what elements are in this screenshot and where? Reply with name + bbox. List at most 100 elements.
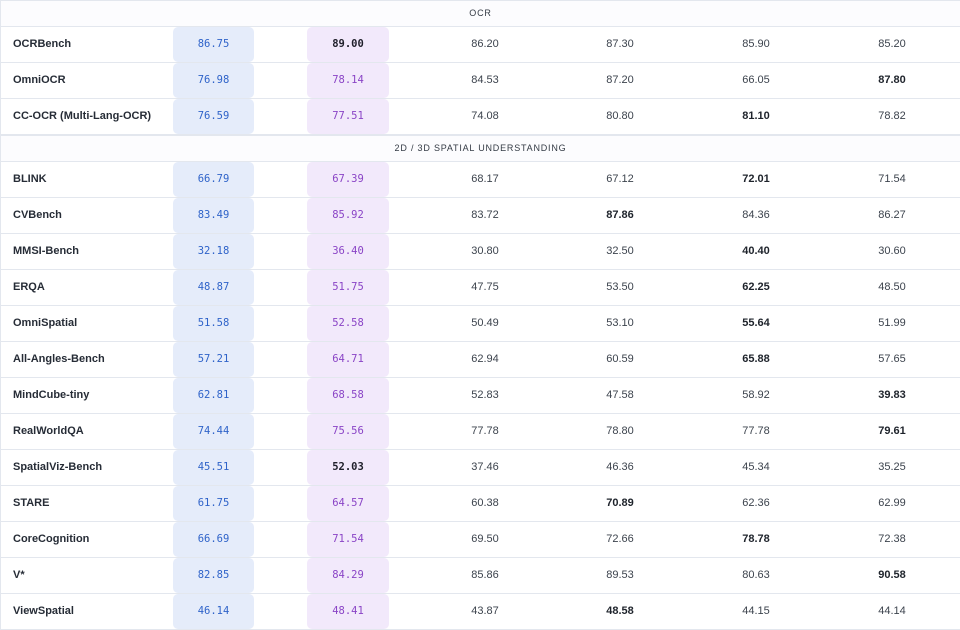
score-baseline-2: 67.12 — [606, 173, 634, 185]
score-model-a: 51.58 — [173, 306, 254, 341]
score-baseline-2: 87.30 — [606, 38, 634, 50]
score-baseline-4: 72.38 — [878, 533, 906, 545]
benchmark-name: V* — [13, 569, 25, 581]
score-baseline-2: 46.36 — [606, 461, 634, 473]
score-baseline-3: 58.92 — [742, 389, 770, 401]
table-row: V* 82.85 84.29 85.86 89.53 80.63 90.58 — [1, 558, 960, 594]
score-baseline-3: 72.01 — [742, 173, 770, 185]
score-baseline-2: 89.53 — [606, 569, 634, 581]
score-baseline-4: 30.60 — [878, 245, 906, 257]
benchmark-name: OCRBench — [13, 38, 72, 50]
score-baseline-4: 44.14 — [878, 605, 906, 617]
score-model-a: 32.18 — [173, 234, 254, 269]
benchmark-name: OmniOCR — [13, 74, 66, 86]
score-baseline-1: 37.46 — [471, 461, 499, 473]
score-model-a: 83.49 — [173, 198, 254, 233]
score-model-a: 86.75 — [173, 27, 254, 62]
score-model-b: 84.29 — [307, 558, 389, 593]
score-baseline-4: 87.80 — [878, 74, 906, 86]
table-row: RealWorldQA 74.44 75.56 77.78 78.80 77.78 79.6… — [1, 414, 960, 450]
score-model-b: 52.03 — [307, 450, 389, 485]
score-baseline-3: 80.63 — [742, 569, 770, 581]
score-baseline-4: 57.65 — [878, 353, 906, 365]
score-model-b: 36.40 — [307, 234, 389, 269]
score-model-a: 46.14 — [173, 594, 254, 629]
score-baseline-3: 44.15 — [742, 605, 770, 617]
score-baseline-1: 43.87 — [471, 605, 499, 617]
benchmark-table: OCR OCRBench 86.75 89.00 86.20 87.30 85.90 85.2… — [0, 0, 960, 630]
table-row: CoreCognition 66.69 71.54 69.50 72.66 78.78 72… — [1, 522, 960, 558]
score-baseline-1: 77.78 — [471, 425, 499, 437]
table-row: OmniOCR 76.98 78.14 84.53 87.20 66.05 87.80 — [1, 63, 960, 99]
table-row: SpatialViz-Bench 45.51 52.03 37.46 46.36 45.3… — [1, 450, 960, 486]
score-baseline-2: 32.50 — [606, 245, 634, 257]
score-baseline-1: 84.53 — [471, 74, 499, 86]
score-baseline-4: 85.20 — [878, 38, 906, 50]
score-model-a: 66.79 — [173, 162, 254, 197]
table-row: MMSI-Bench 32.18 36.40 30.80 32.50 40.40 30.60 — [1, 234, 960, 270]
score-baseline-4: 86.27 — [878, 209, 906, 221]
score-model-a: 62.81 — [173, 378, 254, 413]
table-row: OCRBench 86.75 89.00 86.20 87.30 85.90 85.20 — [1, 27, 960, 63]
score-baseline-1: 52.83 — [471, 389, 499, 401]
score-model-b: 77.51 — [307, 99, 389, 134]
score-baseline-4: 71.54 — [878, 173, 906, 185]
score-baseline-3: 62.25 — [742, 281, 770, 293]
score-model-a: 61.75 — [173, 486, 254, 521]
table-row: ViewSpatial 46.14 48.41 43.87 48.58 44.15 44.1… — [1, 594, 960, 630]
score-baseline-3: 40.40 — [742, 245, 770, 257]
score-baseline-2: 53.10 — [606, 317, 634, 329]
score-baseline-3: 62.36 — [742, 497, 770, 509]
score-baseline-2: 80.80 — [606, 110, 634, 122]
score-baseline-4: 35.25 — [878, 461, 906, 473]
score-model-b: 89.00 — [307, 27, 389, 62]
score-baseline-4: 48.50 — [878, 281, 906, 293]
table-row: BLINK 66.79 67.39 68.17 67.12 72.01 71.54 — [1, 162, 960, 198]
score-model-b: 64.71 — [307, 342, 389, 377]
table-row: ERQA 48.87 51.75 47.75 53.50 62.25 48.50 — [1, 270, 960, 306]
benchmark-name: SpatialViz-Bench — [13, 461, 103, 473]
score-model-a: 48.87 — [173, 270, 254, 305]
benchmark-name: MindCube-tiny — [13, 389, 90, 401]
table-row: CVBench 83.49 85.92 83.72 87.86 84.36 86.27 — [1, 198, 960, 234]
score-model-a: 74.44 — [173, 414, 254, 449]
score-baseline-1: 69.50 — [471, 533, 499, 545]
benchmark-name: OmniSpatial — [13, 317, 78, 329]
score-baseline-2: 60.59 — [606, 353, 634, 365]
table-row: MindCube-tiny 62.81 68.58 52.83 47.58 58.92 39… — [1, 378, 960, 414]
score-baseline-1: 50.49 — [471, 317, 499, 329]
score-baseline-2: 87.86 — [606, 209, 634, 221]
score-model-b: 52.58 — [307, 306, 389, 341]
score-model-b: 51.75 — [307, 270, 389, 305]
score-model-b: 68.58 — [307, 378, 389, 413]
score-baseline-2: 70.89 — [606, 497, 634, 509]
benchmark-name: MMSI-Bench — [13, 245, 79, 257]
score-baseline-3: 65.88 — [742, 353, 770, 365]
score-baseline-1: 74.08 — [471, 110, 499, 122]
score-baseline-3: 84.36 — [742, 209, 770, 221]
table-row: STARE 61.75 64.57 60.38 70.89 62.36 62.99 — [1, 486, 960, 522]
score-model-a: 45.51 — [173, 450, 254, 485]
score-baseline-4: 90.58 — [878, 569, 906, 581]
score-baseline-4: 62.99 — [878, 497, 906, 509]
score-model-a: 66.69 — [173, 522, 254, 557]
score-baseline-1: 62.94 — [471, 353, 499, 365]
score-baseline-2: 47.58 — [606, 389, 634, 401]
score-baseline-4: 51.99 — [878, 317, 906, 329]
score-baseline-4: 78.82 — [878, 110, 906, 122]
section-header: 2D / 3D SPATIAL UNDERSTANDING — [1, 135, 960, 162]
benchmark-name: RealWorldQA — [13, 425, 84, 437]
score-model-b: 64.57 — [307, 486, 389, 521]
score-baseline-3: 55.64 — [742, 317, 770, 329]
score-baseline-3: 85.90 — [742, 38, 770, 50]
score-model-b: 48.41 — [307, 594, 389, 629]
score-baseline-2: 53.50 — [606, 281, 634, 293]
score-model-a: 82.85 — [173, 558, 254, 593]
score-model-b: 78.14 — [307, 63, 389, 98]
score-baseline-3: 78.78 — [742, 533, 770, 545]
score-baseline-1: 86.20 — [471, 38, 499, 50]
benchmark-name: CC-OCR (Multi-Lang-OCR) — [13, 110, 152, 122]
score-baseline-2: 48.58 — [606, 605, 634, 617]
benchmark-name: BLINK — [13, 173, 47, 185]
score-baseline-1: 83.72 — [471, 209, 499, 221]
